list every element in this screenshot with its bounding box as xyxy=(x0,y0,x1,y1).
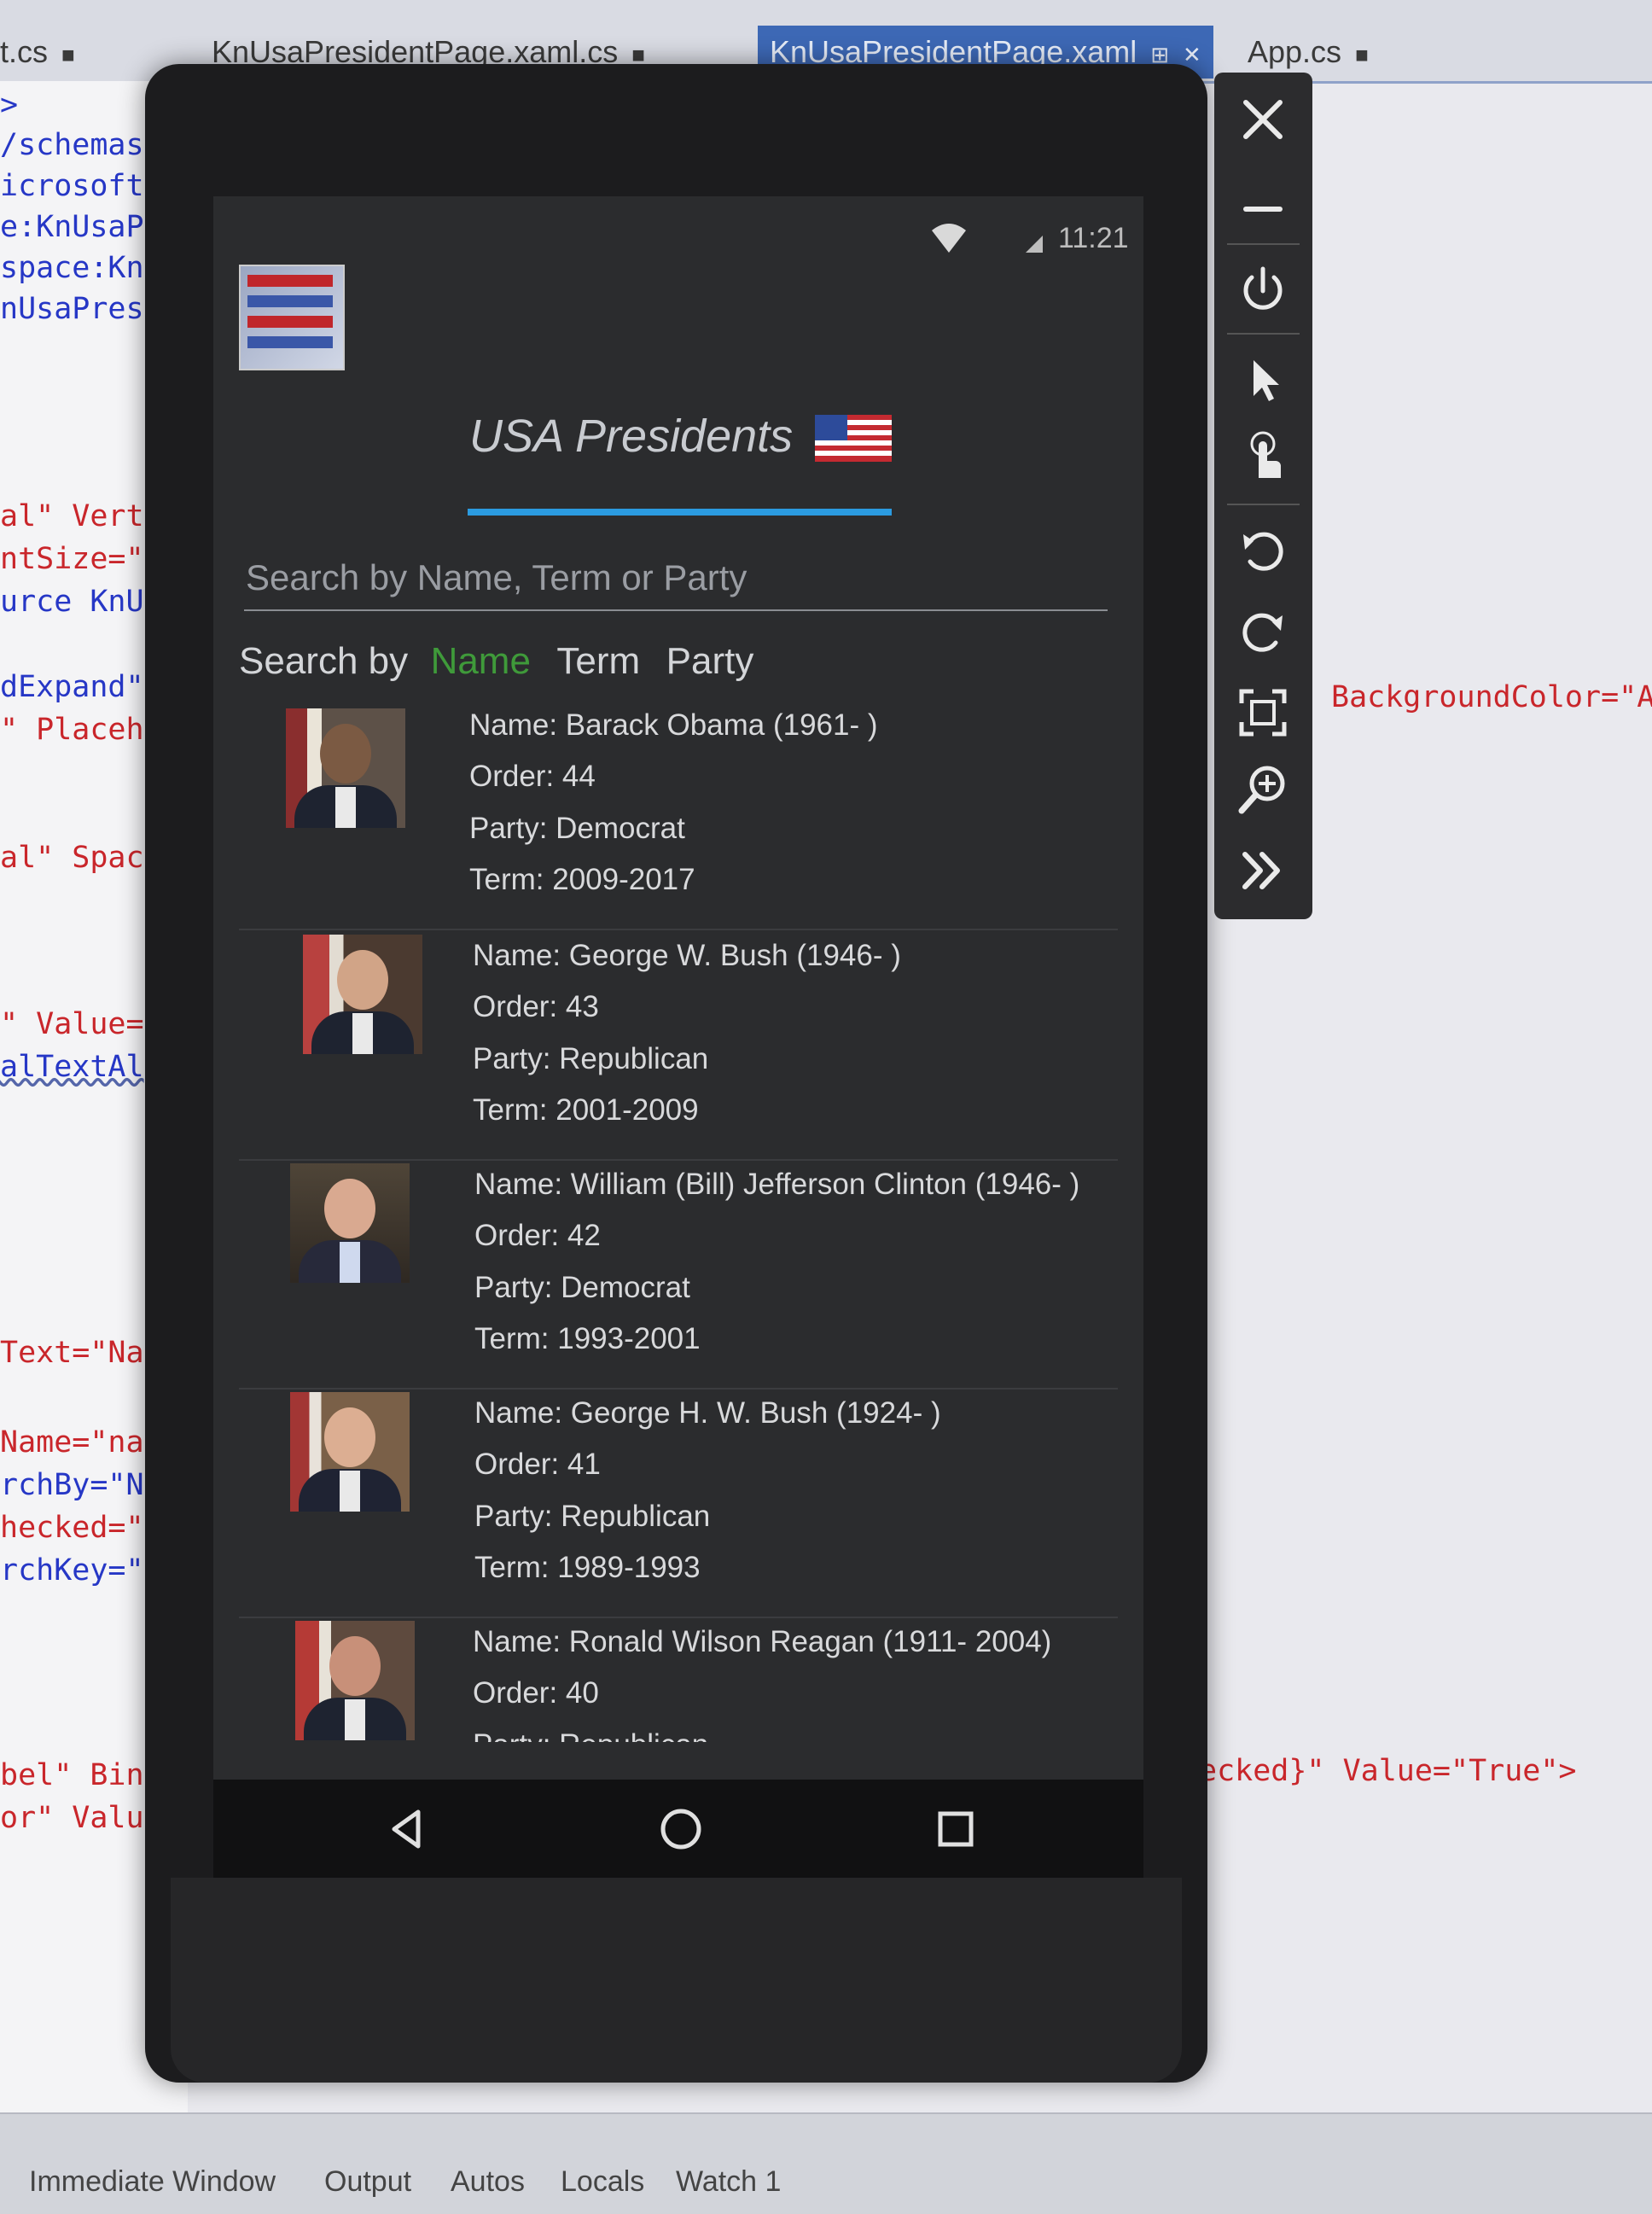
code-line: e:KnUsaP xyxy=(0,210,144,244)
president-portrait xyxy=(303,935,422,1054)
device-screen: 11:21 USA Presidents Search by Name Term… xyxy=(213,196,1143,1878)
code-line: > xyxy=(0,88,19,122)
code-line: alTextAl xyxy=(0,1050,144,1084)
zoom-icon[interactable] xyxy=(1233,760,1293,819)
close-tab-icon[interactable]: ✕ xyxy=(1183,42,1201,67)
home-icon[interactable] xyxy=(657,1805,705,1853)
more-tools-icon[interactable] xyxy=(1233,841,1293,900)
ide-tab-label: t.cs xyxy=(0,34,49,69)
pointer-icon[interactable] xyxy=(1233,350,1293,410)
tool-tab-immediate[interactable]: Immediate Window xyxy=(29,2165,276,2199)
code-line: " Value= xyxy=(0,1007,144,1041)
code-line: Text="Na xyxy=(0,1336,144,1370)
title-underline xyxy=(468,509,892,516)
wifi-icon xyxy=(932,224,966,253)
tool-tab-locals[interactable]: Locals xyxy=(561,2165,644,2199)
president-party: Party: Republican xyxy=(474,1500,711,1533)
recents-icon[interactable] xyxy=(932,1805,980,1853)
search-by-term-option[interactable]: Term xyxy=(556,640,640,682)
code-line: rchBy="N xyxy=(0,1468,144,1502)
close-icon[interactable] xyxy=(1233,90,1293,149)
search-by-options: Search by Name Term Party xyxy=(239,640,776,700)
president-portrait xyxy=(290,1163,410,1283)
president-list[interactable]: Name: Barack Obama (1961- ) Order: 44 Pa… xyxy=(239,700,1118,1878)
code-line: bel" Bind xyxy=(0,1758,162,1792)
president-party: Party: Democrat xyxy=(474,1271,690,1304)
president-name: Name: George W. Bush (1946- ) xyxy=(473,939,901,972)
list-item[interactable]: Name: William (Bill) Jefferson Clinton (… xyxy=(239,1159,1118,1390)
code-line: hecked=" xyxy=(0,1511,144,1545)
code-line: icrosoft xyxy=(0,169,144,203)
ide-tab-label: App.cs xyxy=(1248,34,1342,69)
code-line: rchKey=" xyxy=(0,1553,144,1588)
toolbar-separator xyxy=(1227,504,1300,505)
us-flag-icon xyxy=(815,415,892,462)
tool-tab-watch[interactable]: Watch 1 xyxy=(676,2165,781,2199)
president-portrait xyxy=(295,1621,415,1740)
president-portrait xyxy=(290,1392,410,1512)
code-line: nUsaPres xyxy=(0,292,144,326)
president-name: Name: Ronald Wilson Reagan (1911- 2004) xyxy=(473,1625,1052,1658)
page-title: USA Presidents xyxy=(469,411,794,462)
code-line: al" Spac xyxy=(0,841,144,875)
search-input[interactable] xyxy=(244,546,1108,611)
status-bar: 11:21 xyxy=(213,196,1143,282)
president-term: Term: 2009-2017 xyxy=(469,863,695,896)
status-clock: 11:21 xyxy=(1058,222,1129,254)
code-line: dExpand" xyxy=(0,670,144,704)
code-line: " Placeh xyxy=(0,713,144,747)
president-party: Party: Republican xyxy=(473,1042,709,1075)
president-term: Term: 2001-2009 xyxy=(473,1093,699,1127)
fit-screen-icon[interactable] xyxy=(1233,683,1293,743)
code-fragment: BackgroundColor="A xyxy=(1331,680,1652,714)
tool-tab-output[interactable]: Output xyxy=(324,2165,411,2199)
code-line: space:Kn xyxy=(0,251,144,285)
minimize-icon[interactable] xyxy=(1233,175,1293,235)
emulator-toolbar xyxy=(1214,73,1312,919)
code-line: or" Value xyxy=(0,1801,162,1835)
president-order: Order: 44 xyxy=(469,760,596,793)
signal-icon xyxy=(1026,236,1043,253)
president-name: Name: William (Bill) Jefferson Clinton (… xyxy=(474,1168,1080,1201)
president-order: Order: 41 xyxy=(474,1448,601,1481)
code-line: al" Vert xyxy=(0,499,144,533)
rotate-right-icon[interactable] xyxy=(1233,602,1293,661)
app-logo xyxy=(239,265,345,370)
president-name: Name: Barack Obama (1961- ) xyxy=(469,708,878,742)
president-order: Order: 42 xyxy=(474,1219,601,1252)
pin-icon[interactable]: ■ xyxy=(1355,42,1369,67)
ide-tab-app-cs[interactable]: App.cs ■ xyxy=(1248,26,1369,79)
toolbar-separator xyxy=(1227,333,1300,335)
president-party: Party: Democrat xyxy=(469,812,685,845)
navigation-bar xyxy=(213,1780,1143,1878)
search-by-name-option[interactable]: Name xyxy=(431,640,531,682)
power-icon[interactable] xyxy=(1233,260,1293,320)
president-term: Term: 1993-2001 xyxy=(474,1322,701,1355)
list-item[interactable]: Name: George W. Bush (1946- ) Order: 43 … xyxy=(239,930,1118,1161)
tool-tab-autos[interactable]: Autos xyxy=(451,2165,525,2199)
code-line: Name="nam xyxy=(0,1425,162,1459)
rotate-left-icon[interactable] xyxy=(1233,521,1293,580)
back-icon[interactable] xyxy=(384,1805,432,1853)
president-name: Name: George H. W. Bush (1924- ) xyxy=(474,1396,941,1430)
emulator-chin xyxy=(171,1878,1182,2083)
president-party: Party: Republican xyxy=(473,1728,709,1762)
list-item[interactable]: Name: Barack Obama (1961- ) Order: 44 Pa… xyxy=(239,700,1118,930)
code-line: urce KnU xyxy=(0,585,144,619)
list-item[interactable]: Name: George H. W. Bush (1924- ) Order: … xyxy=(239,1388,1118,1618)
president-order: Order: 43 xyxy=(473,990,599,1023)
search-by-label: Search by xyxy=(239,640,409,682)
tool-window-bar: Immediate Window Output Autos Locals Wat… xyxy=(0,2112,1652,2214)
toolbar-separator xyxy=(1227,243,1300,245)
code-fragment: ecked}" Value="True"> xyxy=(1199,1754,1577,1788)
president-term: Term: 1989-1993 xyxy=(474,1551,701,1584)
ide-tab-cs[interactable]: t.cs ■ xyxy=(0,26,75,79)
president-order: Order: 40 xyxy=(473,1676,599,1710)
code-line: /schemas xyxy=(0,128,144,162)
pin-icon[interactable]: ■ xyxy=(61,42,75,67)
touch-icon[interactable] xyxy=(1233,427,1293,486)
code-line: ntSize=" xyxy=(0,542,144,576)
president-portrait xyxy=(286,708,405,828)
search-by-party-option[interactable]: Party xyxy=(666,640,754,682)
